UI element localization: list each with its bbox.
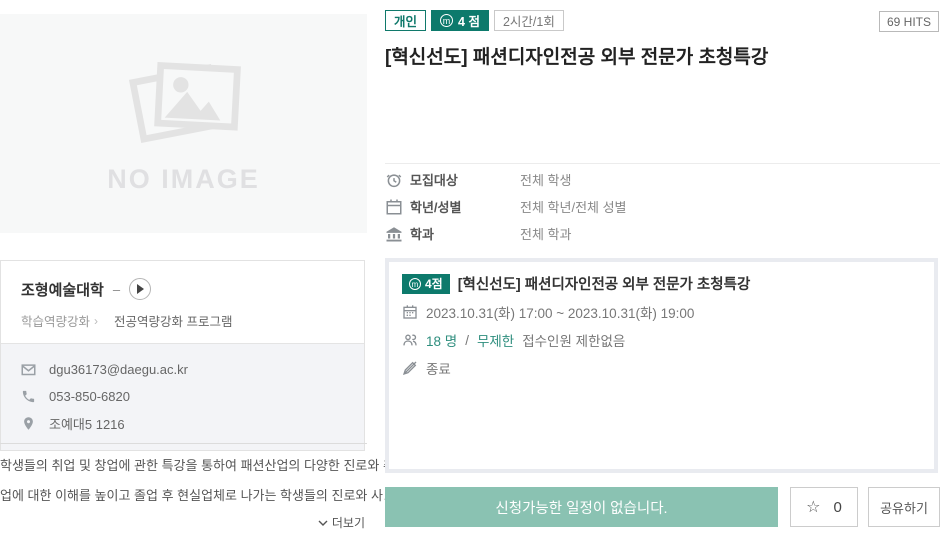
- alarm-clock-icon: [385, 171, 403, 189]
- info-value: 전체 학과: [520, 224, 571, 243]
- organization-contact: dgu36173@daegu.ac.kr 053-850-6820 조예대5 1…: [1, 343, 364, 450]
- map-pin-icon: [21, 416, 36, 431]
- info-label: 학과: [410, 224, 520, 243]
- program-info-list: 모집대상 전체 학생 학년/성별 전체 학년/전체 성별 학과 전체 학과: [385, 166, 942, 247]
- slash-separator: /: [465, 333, 469, 348]
- star-icon: ☆: [806, 497, 820, 517]
- info-row-department: 학과 전체 학과: [385, 220, 942, 247]
- info-row-target: 모집대상 전체 학생: [385, 166, 942, 193]
- dash-separator: –: [113, 282, 120, 297]
- phone-icon: [21, 389, 36, 404]
- schedule-capacity-row: 18 명 / 무제한 접수인원 제한없음: [402, 330, 921, 350]
- people-icon: [402, 332, 418, 348]
- capacity-note: 접수인원 제한없음: [522, 330, 625, 350]
- favorite-count: 0: [834, 499, 842, 516]
- no-image-label: NO IMAGE: [107, 164, 260, 195]
- badge-personal: 개인: [385, 10, 426, 31]
- info-value: 전체 학년/전체 성별: [520, 197, 627, 216]
- schedule-points-badge: m 4점: [402, 274, 450, 294]
- schedule-status: 종료: [426, 358, 451, 378]
- schedule-points-label: 4점: [425, 275, 443, 292]
- calendar-icon: [402, 304, 418, 320]
- breadcrumb-program: 전공역량강화 프로그램: [114, 311, 232, 330]
- no-schedule-button[interactable]: 신청가능한 일정이 없습니다.: [385, 487, 778, 527]
- description-line: 학생들의 취업 및 창업에 관한 특강을 통하여 패션산업의 다양한 진로와 취: [0, 451, 367, 481]
- favorite-button[interactable]: ☆ 0: [790, 487, 858, 527]
- no-image-icon: [125, 52, 243, 148]
- show-more-button[interactable]: 더보기: [0, 514, 367, 531]
- contact-email-row: dgu36173@daegu.ac.kr: [21, 356, 344, 382]
- contact-phone: 053-850-6820: [49, 389, 130, 404]
- mileage-icon: m: [440, 14, 453, 27]
- calendar-icon: [385, 198, 403, 216]
- schedule-status-row: 종료: [402, 358, 921, 378]
- contact-phone-row: 053-850-6820: [21, 383, 344, 409]
- info-label: 학년/성별: [410, 197, 520, 216]
- info-label: 모집대상: [410, 170, 520, 189]
- capacity-value: 무제한: [477, 330, 514, 350]
- schedule-title: [혁신선도] 패션디자인전공 외부 전문가 초청특강: [458, 273, 751, 294]
- breadcrumb: 학습역량강화 › 전공역량강화 프로그램: [21, 311, 344, 330]
- breadcrumb-category: 학습역량강화: [21, 311, 90, 330]
- mileage-icon: m: [409, 278, 421, 290]
- chevron-right-icon: ›: [94, 314, 98, 328]
- schedule-datetime: 2023.10.31(화) 17:00 ~ 2023.10.31(화) 19:0…: [426, 302, 694, 322]
- share-button[interactable]: 공유하기: [868, 487, 940, 527]
- schedule-datetime-row: 2023.10.31(화) 17:00 ~ 2023.10.31(화) 19:0…: [402, 302, 921, 322]
- info-value: 전체 학생: [520, 170, 571, 189]
- bank-icon: [385, 225, 403, 243]
- hits-counter: 69 HITS: [879, 11, 939, 32]
- program-detail-page: NO IMAGE 조형예술대학 – 학습역량강화 › 전공역량강화 프로그램: [0, 0, 942, 535]
- chevron-down-icon: [318, 520, 328, 526]
- play-button[interactable]: [129, 278, 151, 300]
- badge-points-label: 4 점: [458, 11, 480, 30]
- contact-email: dgu36173@daegu.ac.kr: [49, 362, 188, 377]
- program-image-placeholder: NO IMAGE: [0, 14, 367, 233]
- organization-card-header: 조형예술대학 – 학습역량강화 › 전공역량강화 프로그램: [1, 261, 364, 343]
- college-name: 조형예술대학: [21, 279, 104, 300]
- badge-duration: 2시간/1회: [494, 10, 564, 31]
- description-line: 업에 대한 이해를 높이고 졸업 후 현실업체로 나가는 학생들의 진로와 사…: [0, 481, 367, 511]
- pen-icon: [402, 360, 418, 376]
- contact-location-row: 조예대5 1216: [21, 410, 344, 436]
- applicant-count: 18 명: [426, 330, 457, 350]
- badge-mileage-points: m 4 점: [431, 10, 489, 31]
- show-more-label: 더보기: [332, 514, 365, 531]
- contact-location: 조예대5 1216: [49, 414, 125, 433]
- mail-icon: [21, 362, 36, 377]
- divider: [385, 163, 940, 164]
- info-row-grade-gender: 학년/성별 전체 학년/전체 성별: [385, 193, 942, 220]
- page-title: [혁신선도] 패션디자인전공 외부 전문가 초청특강: [385, 42, 942, 69]
- organization-card: 조형예술대학 – 학습역량강화 › 전공역량강화 프로그램 dgu36173@d: [0, 260, 365, 451]
- header-badges: 개인 m 4 점 2시간/1회: [385, 10, 564, 31]
- schedule-card: m 4점 [혁신선도] 패션디자인전공 외부 전문가 초청특강 2023.10.…: [385, 258, 938, 473]
- program-description: 학생들의 취업 및 창업에 관한 특강을 통하여 패션산업의 다양한 진로와 취…: [0, 443, 367, 531]
